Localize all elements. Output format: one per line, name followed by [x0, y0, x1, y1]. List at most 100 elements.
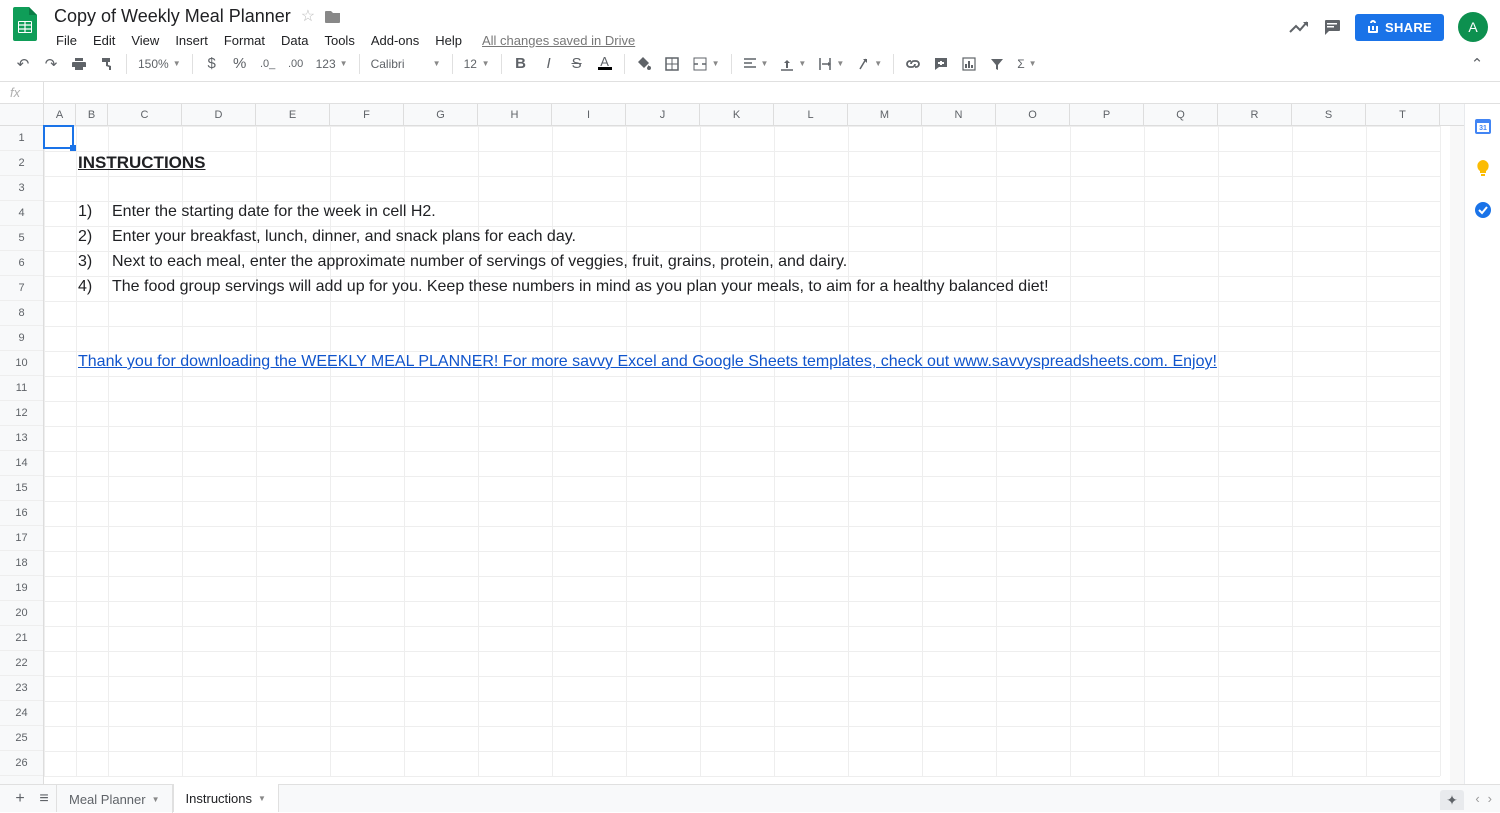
borders-button[interactable]	[659, 51, 685, 77]
row-header-24[interactable]: 24	[0, 701, 43, 726]
column-header-N[interactable]: N	[922, 104, 996, 125]
row-header-13[interactable]: 13	[0, 426, 43, 451]
row-header-3[interactable]: 3	[0, 176, 43, 201]
filter-button[interactable]	[984, 51, 1010, 77]
row-header-25[interactable]: 25	[0, 726, 43, 751]
row-header-14[interactable]: 14	[0, 451, 43, 476]
print-button[interactable]	[66, 51, 92, 77]
format-percent-button[interactable]: %	[227, 51, 253, 77]
column-header-L[interactable]: L	[774, 104, 848, 125]
row-header-22[interactable]: 22	[0, 651, 43, 676]
strikethrough-button[interactable]: S	[564, 51, 590, 77]
row-header-11[interactable]: 11	[0, 376, 43, 401]
redo-button[interactable]: ↷	[38, 51, 64, 77]
more-formats-select[interactable]: 123▼	[311, 52, 353, 76]
column-header-R[interactable]: R	[1218, 104, 1292, 125]
menu-file[interactable]: File	[48, 31, 85, 50]
save-status[interactable]: All changes saved in Drive	[482, 33, 635, 48]
row-header-20[interactable]: 20	[0, 601, 43, 626]
row-header-15[interactable]: 15	[0, 476, 43, 501]
row-header-8[interactable]: 8	[0, 301, 43, 326]
column-header-P[interactable]: P	[1070, 104, 1144, 125]
add-sheet-button[interactable]: +	[8, 787, 32, 811]
row-header-18[interactable]: 18	[0, 551, 43, 576]
format-currency-button[interactable]: $	[199, 51, 225, 77]
row-header-21[interactable]: 21	[0, 626, 43, 651]
column-header-H[interactable]: H	[478, 104, 552, 125]
menu-edit[interactable]: Edit	[85, 31, 123, 50]
horizontal-align-button[interactable]: ▼	[738, 52, 774, 76]
font-select[interactable]: Calibri▼	[366, 52, 446, 76]
column-header-Q[interactable]: Q	[1144, 104, 1218, 125]
insert-comment-button[interactable]	[928, 51, 954, 77]
zoom-select[interactable]: 150%▼	[133, 52, 186, 76]
menu-data[interactable]: Data	[273, 31, 316, 50]
menu-format[interactable]: Format	[216, 31, 273, 50]
menu-view[interactable]: View	[123, 31, 167, 50]
select-all-corner[interactable]	[0, 104, 44, 125]
column-header-D[interactable]: D	[182, 104, 256, 125]
column-header-S[interactable]: S	[1292, 104, 1366, 125]
italic-button[interactable]: I	[536, 51, 562, 77]
explore-button[interactable]: ✦	[1440, 790, 1464, 810]
comments-icon[interactable]	[1323, 18, 1341, 36]
tab-menu-caret[interactable]: ▼	[152, 795, 160, 804]
column-header-G[interactable]: G	[404, 104, 478, 125]
vertical-scrollbar[interactable]	[1450, 126, 1464, 784]
column-header-A[interactable]: A	[44, 104, 76, 125]
row-header-10[interactable]: 10	[0, 351, 43, 376]
paint-format-button[interactable]	[94, 51, 120, 77]
menu-tools[interactable]: Tools	[316, 31, 362, 50]
sheet-tab-meal-planner[interactable]: Meal Planner▼	[57, 785, 173, 813]
column-header-B[interactable]: B	[76, 104, 108, 125]
row-header-9[interactable]: 9	[0, 326, 43, 351]
text-wrap-button[interactable]: ▼	[813, 52, 849, 76]
doc-title[interactable]: Copy of Weekly Meal Planner	[48, 4, 297, 29]
decrease-decimal-button[interactable]: .0_	[255, 51, 281, 77]
fill-color-button[interactable]	[631, 51, 657, 77]
column-header-M[interactable]: M	[848, 104, 922, 125]
font-size-select[interactable]: 12▼	[459, 52, 495, 76]
selected-cell[interactable]	[43, 125, 74, 149]
text-rotation-button[interactable]: ▼	[851, 52, 887, 76]
thank-you-link[interactable]: Thank you for downloading the WEEKLY MEA…	[78, 353, 1217, 371]
menu-help[interactable]: Help	[427, 31, 470, 50]
column-header-K[interactable]: K	[700, 104, 774, 125]
increase-decimal-button[interactable]: .00	[283, 51, 309, 77]
row-header-17[interactable]: 17	[0, 526, 43, 551]
row-header-4[interactable]: 4	[0, 201, 43, 226]
all-sheets-button[interactable]: ≡	[32, 787, 56, 811]
spreadsheet-grid[interactable]: ABCDEFGHIJKLMNOPQRST 1234567891011121314…	[0, 104, 1464, 784]
merge-cells-button[interactable]: ▼	[687, 52, 725, 76]
row-header-7[interactable]: 7	[0, 276, 43, 301]
calendar-addon-icon[interactable]: 31	[1473, 116, 1493, 136]
activity-icon[interactable]	[1289, 20, 1309, 34]
functions-button[interactable]: Σ▼	[1012, 52, 1041, 76]
sheet-tab-instructions[interactable]: Instructions▼	[173, 784, 279, 812]
scroll-tabs-right[interactable]: ›	[1488, 791, 1492, 806]
column-header-J[interactable]: J	[626, 104, 700, 125]
row-header-12[interactable]: 12	[0, 401, 43, 426]
column-header-T[interactable]: T	[1366, 104, 1440, 125]
vertical-align-button[interactable]: ▼	[775, 52, 811, 76]
folder-icon[interactable]	[325, 9, 341, 23]
menu-insert[interactable]: Insert	[167, 31, 216, 50]
collapse-toolbar-button[interactable]: ⌃	[1464, 51, 1490, 77]
row-header-23[interactable]: 23	[0, 676, 43, 701]
undo-button[interactable]: ↶	[10, 51, 36, 77]
row-header-19[interactable]: 19	[0, 576, 43, 601]
column-header-F[interactable]: F	[330, 104, 404, 125]
fill-handle[interactable]	[70, 145, 76, 151]
scroll-tabs-left[interactable]: ‹	[1475, 791, 1479, 806]
column-header-O[interactable]: O	[996, 104, 1070, 125]
bold-button[interactable]: B	[508, 51, 534, 77]
column-header-C[interactable]: C	[108, 104, 182, 125]
row-header-5[interactable]: 5	[0, 226, 43, 251]
formula-input[interactable]	[44, 82, 1500, 103]
tasks-addon-icon[interactable]	[1473, 200, 1493, 220]
column-header-E[interactable]: E	[256, 104, 330, 125]
column-header-I[interactable]: I	[552, 104, 626, 125]
star-icon[interactable]: ☆	[301, 6, 315, 26]
insert-link-button[interactable]	[900, 51, 926, 77]
insert-chart-button[interactable]	[956, 51, 982, 77]
